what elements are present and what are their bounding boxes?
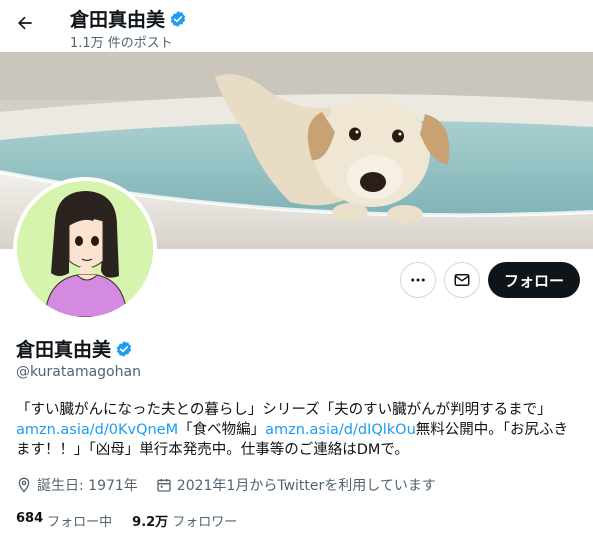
location-icon xyxy=(18,477,30,493)
joined-info: 2021年1月からTwitterを利用しています xyxy=(156,475,436,495)
more-icon xyxy=(411,278,425,282)
profile-stats: 684 フォロー中 9.2万 フォロワー xyxy=(16,511,237,530)
followers-count: 9.2万 xyxy=(132,515,169,530)
avatar-illustration xyxy=(17,181,153,317)
birth-text: 誕生日: 1971年 xyxy=(37,478,138,494)
profile-name-row: 倉田真由美 xyxy=(16,335,133,362)
avatar xyxy=(17,181,153,317)
back-button[interactable] xyxy=(8,6,42,40)
more-button[interactable] xyxy=(399,262,436,298)
bio-text-2: 「食べ物編」 xyxy=(178,422,266,438)
birth-info: 誕生日: 1971年 xyxy=(16,475,138,495)
bio-link-1[interactable]: amzn.asia/d/0KvQneM xyxy=(16,422,178,438)
verified-badge-icon[interactable] xyxy=(115,340,133,358)
profile-bio: 「すい臓がんになった夫との暮らし」シリーズ「夫のすい臓がんが判明するまで」 amz… xyxy=(16,400,582,460)
following-label: フォロー中 xyxy=(47,515,113,530)
profile-actions: フォロー xyxy=(399,262,580,298)
following-link[interactable]: 684 フォロー中 xyxy=(16,511,112,530)
followers-label: フォロワー xyxy=(172,515,238,530)
avatar-frame[interactable] xyxy=(13,177,157,321)
mail-icon xyxy=(454,274,470,286)
verified-badge-icon xyxy=(170,10,186,27)
message-button[interactable] xyxy=(443,262,480,298)
post-count: 1.1万 件のポスト xyxy=(70,36,173,51)
profile-name: 倉田真由美 xyxy=(16,339,112,361)
back-arrow-icon xyxy=(18,16,32,30)
profile-handle: @kuratamagohan xyxy=(16,364,141,380)
follow-button[interactable]: フォロー xyxy=(487,262,580,298)
profile-meta: 誕生日: 1971年 2021年1月からTwitterを利用しています xyxy=(16,475,436,495)
calendar-icon xyxy=(157,479,171,492)
header-title-row: 倉田真由美 xyxy=(70,5,187,32)
top-bar: 倉田真由美 1.1万 件のポスト xyxy=(0,0,593,52)
following-count: 684 xyxy=(16,511,44,526)
bio-text-1: 「すい臓がんになった夫との暮らし」シリーズ「夫のすい臓がんが判明するまで」 xyxy=(16,402,552,418)
followers-link[interactable]: 9.2万 フォロワー xyxy=(132,511,237,530)
joined-text: 2021年1月からTwitterを利用しています xyxy=(176,478,436,494)
header-title: 倉田真由美 xyxy=(70,9,166,31)
bio-link-2[interactable]: amzn.asia/d/dIQlkOu xyxy=(265,422,416,438)
